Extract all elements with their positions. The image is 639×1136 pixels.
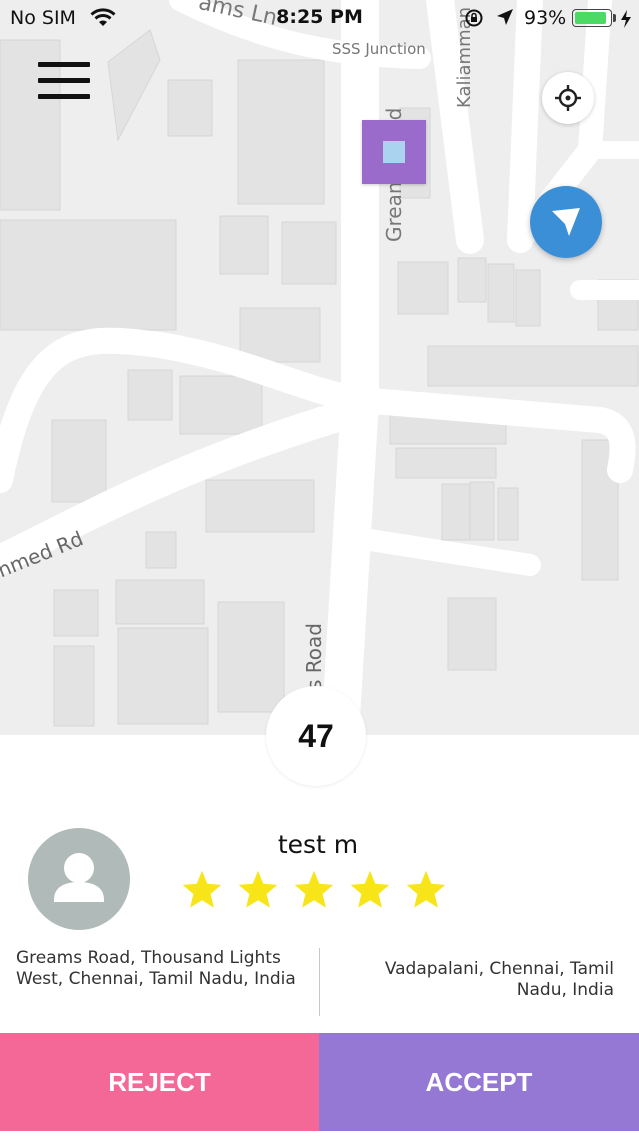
navigation-arrow-icon: [552, 208, 580, 236]
status-bar: No SIM 8:25 PM 93%: [0, 0, 639, 36]
star-icon: [182, 870, 222, 908]
dropoff-address: Vadapalani, Chennai, Tamil Nadu, India: [384, 959, 614, 1000]
orientation-lock-icon: [465, 9, 483, 27]
rider-name: test m: [277, 830, 359, 859]
hamburger-menu-icon[interactable]: [38, 62, 90, 102]
pickup-address: Greams Road, Thousand Lights West, Chenn…: [16, 948, 296, 989]
reject-button[interactable]: REJECT: [0, 1033, 319, 1131]
locate-me-button[interactable]: [542, 72, 594, 124]
rider-avatar: [28, 828, 130, 930]
destination-marker[interactable]: [362, 120, 426, 184]
star-icon: [238, 870, 278, 908]
map-label-greams-lower: s Road: [302, 623, 326, 690]
destination-marker-icon: [383, 141, 405, 163]
map-view[interactable]: ams Ln SSS Junction Kaliamman K Greams R…: [0, 0, 639, 735]
star-icon: [294, 870, 334, 908]
location-arrow-icon: [497, 9, 513, 25]
map-label-junction: SSS Junction: [332, 40, 426, 58]
accept-button[interactable]: ACCEPT: [319, 1033, 639, 1131]
rider-rating: [180, 868, 450, 916]
battery-tip: [613, 14, 616, 22]
driver-location-marker: [530, 186, 602, 258]
star-icon: [350, 870, 390, 908]
address-divider: [319, 948, 320, 1016]
charging-bolt-icon: [621, 10, 631, 28]
crosshair-icon: [555, 85, 581, 111]
battery-icon: [572, 9, 612, 27]
star-icon: [406, 870, 446, 908]
person-avatar-icon: [54, 853, 104, 902]
request-countdown-timer: 47: [266, 686, 366, 786]
battery-percentage: 93%: [524, 7, 567, 29]
